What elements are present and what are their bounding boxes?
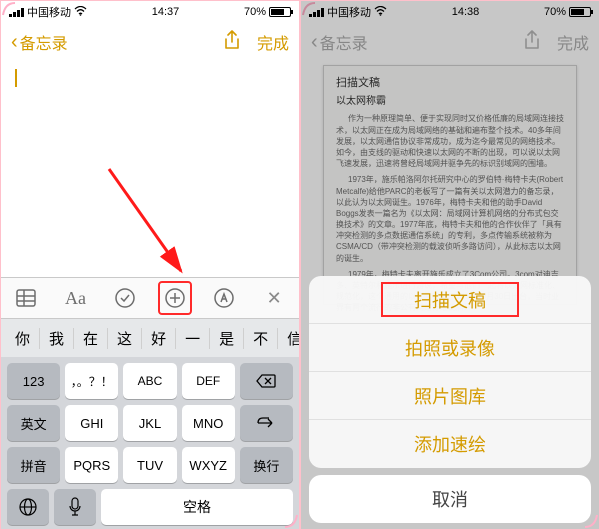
dismiss-toolbar-button[interactable]: ✕	[257, 281, 291, 315]
key-delete[interactable]	[240, 363, 293, 399]
battery-pct: 70%	[244, 6, 266, 18]
key-def[interactable]: DEF	[182, 363, 235, 399]
clock: 14:37	[152, 6, 180, 18]
annotation-arrow	[101, 161, 201, 291]
chevron-left-icon: ‹	[11, 32, 18, 52]
format-toolbar: Aa ✕	[1, 277, 299, 319]
key-ghi[interactable]: GHI	[65, 405, 118, 441]
status-bar: 中国移动 14:37 70%	[1, 1, 299, 23]
key-tuv[interactable]: TUV	[123, 447, 176, 483]
candidate[interactable]: 好	[142, 328, 176, 349]
candidate[interactable]: 在	[74, 328, 108, 349]
key-mic[interactable]	[54, 489, 96, 525]
candidate[interactable]: 信	[278, 328, 300, 349]
candidate[interactable]: 我	[40, 328, 74, 349]
key-enter[interactable]: 换行	[240, 447, 293, 483]
key-123[interactable]: 123	[7, 363, 60, 399]
text-cursor	[15, 69, 17, 87]
candidate[interactable]: 这	[108, 328, 142, 349]
share-button[interactable]	[223, 30, 241, 55]
action-sheet: 扫描文稿 拍照或录像 照片图库 添加速绘 取消	[309, 276, 591, 523]
sheet-cancel[interactable]: 取消	[309, 475, 591, 523]
key-globe[interactable]	[7, 489, 49, 525]
sheet-add-sketch[interactable]: 添加速绘	[309, 420, 591, 468]
corner-deco	[584, 514, 598, 528]
add-attachment-button[interactable]	[158, 281, 192, 315]
done-button[interactable]: 完成	[257, 30, 289, 54]
nav-bar: ‹ 备忘录 完成	[1, 23, 299, 61]
candidate[interactable]: 一	[176, 328, 210, 349]
sheet-take-photo[interactable]: 拍照或录像	[309, 324, 591, 372]
key-abc[interactable]: ABC	[123, 363, 176, 399]
candidate[interactable]: 是	[210, 328, 244, 349]
checklist-button[interactable]	[108, 281, 142, 315]
phone-left: 中国移动 14:37 70% ‹ 备忘录 完成 Aa	[0, 0, 300, 530]
text-style-button[interactable]: Aa	[58, 281, 92, 315]
candidate[interactable]: 不	[244, 328, 278, 349]
key-mno[interactable]: MNO	[182, 405, 235, 441]
back-label: 备忘录	[20, 30, 68, 54]
markup-button[interactable]	[207, 281, 241, 315]
wifi-icon	[74, 6, 87, 19]
table-button[interactable]	[9, 281, 43, 315]
key-pinyin[interactable]: 拼音	[7, 447, 60, 483]
note-editor[interactable]	[1, 61, 299, 100]
sheet-photo-library[interactable]: 照片图库	[309, 372, 591, 420]
key-english[interactable]: 英文	[7, 405, 60, 441]
key-confirm[interactable]	[240, 405, 293, 441]
key-jkl[interactable]: JKL	[123, 405, 176, 441]
keyboard: 123 ，。？！ ABC DEF 英文 GHI JKL MNO 拼音 PQRS …	[1, 357, 299, 529]
key-pqrs[interactable]: PQRS	[65, 447, 118, 483]
corner-deco	[2, 2, 16, 16]
phone-right: 中国移动 14:38 70% ‹ 备忘录 完成 扫描文稿 以太网称霸 作为一种原…	[300, 0, 600, 530]
carrier-label: 中国移动	[27, 4, 71, 20]
candidate[interactable]: 你	[1, 328, 40, 349]
back-button[interactable]: ‹ 备忘录	[11, 30, 68, 54]
sheet-scan-documents[interactable]: 扫描文稿	[309, 276, 591, 324]
corner-deco	[284, 514, 298, 528]
key-punct[interactable]: ，。？！	[65, 363, 118, 399]
key-space[interactable]: 空格	[101, 489, 293, 525]
candidate-row: 你 我 在 这 好 一 是 不 信	[1, 319, 299, 357]
battery-icon	[269, 7, 291, 17]
key-wxyz[interactable]: WXYZ	[182, 447, 235, 483]
